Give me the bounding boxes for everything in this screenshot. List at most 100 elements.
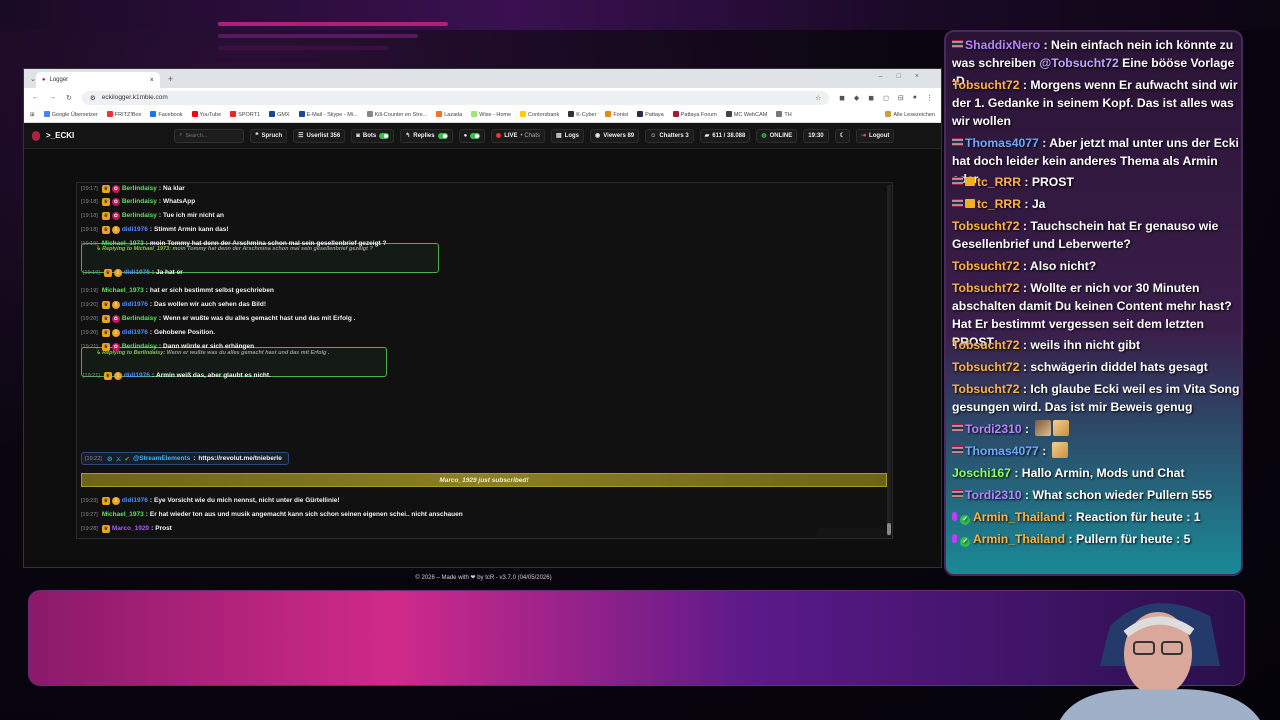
username[interactable]: didi1976 (124, 372, 150, 379)
username[interactable]: Michael_1973 (102, 511, 144, 518)
username[interactable]: Berlindaisy (122, 212, 157, 219)
timestamp: [19:20] (81, 301, 98, 308)
crown-badge-icon: ♛ (101, 524, 110, 533)
apps-grid-icon[interactable]: ⊞ (30, 112, 35, 118)
extension-icon[interactable]: ◼ (868, 94, 874, 102)
brand-logo[interactable]: >_ECKI (32, 130, 74, 141)
bookmark-item[interactable]: Kill-Counter en Stre... (366, 111, 427, 118)
crown-badge-icon: ♛ (101, 197, 110, 206)
userlist-button[interactable]: ☰ Userlist 356 (293, 128, 346, 143)
username[interactable]: didi1976 (122, 329, 148, 336)
username[interactable]: Berlindaisy (122, 315, 157, 322)
bookmark-item[interactable]: TH (776, 111, 792, 118)
new-tab-icon[interactable]: + (168, 74, 173, 84)
extension-icon[interactable]: ◆ (854, 94, 859, 102)
bookmark-item[interactable]: FRITZ!Box (106, 111, 141, 118)
chat-username: Tobsucht72 (952, 219, 1020, 233)
message-text: Stimmt Armin kann das! (154, 226, 229, 233)
thai-flag-icon (952, 138, 963, 146)
chatters-counter[interactable]: ☺ Chatters 3 (645, 128, 694, 143)
bookmark-label: MC WebCAM (733, 112, 768, 118)
thai-flag-icon (952, 177, 963, 185)
bookmark-item[interactable]: MC WebCAM (725, 111, 768, 118)
user-toggle[interactable]: ● (458, 128, 486, 143)
bots-toggle[interactable]: ◙ Bots (351, 128, 395, 143)
username[interactable]: Michael_1973 (102, 240, 144, 247)
bookmark-star-icon[interactable]: ☆ (815, 94, 821, 102)
scrollbar-thumb[interactable] (887, 523, 891, 535)
bookmark-item[interactable]: YouTube (191, 111, 221, 118)
message-text: Dann würde er sich erhängen (163, 343, 255, 350)
theme-toggle[interactable]: ☾ (834, 128, 851, 143)
quote-icon: ❝ (255, 133, 259, 139)
username[interactable]: Berlindaisy (122, 198, 157, 205)
site-info-icon[interactable]: ⚙ (90, 94, 96, 102)
all-bookmarks[interactable]: Alle Lesezeichen (885, 111, 935, 118)
bookmark-item[interactable]: Pattaya (637, 111, 664, 118)
chat-log-row: [19:21] ♛ ✿ Berlindaisy: Dann würde er sich … (81, 341, 254, 352)
toggle-switch[interactable] (379, 132, 390, 139)
username[interactable]: Marco_1929 (112, 525, 149, 532)
window-controls[interactable]: –□× (879, 73, 933, 80)
bookmark-item[interactable]: Wise - Home (471, 111, 511, 118)
username[interactable]: didi1976 (122, 301, 148, 308)
username[interactable]: didi1976 (124, 269, 150, 276)
search-icon: ⌕ (179, 132, 183, 138)
bookmark-icon (520, 111, 527, 117)
replies-label: Replies (413, 132, 435, 139)
bookmark-item[interactable]: GMX (269, 111, 290, 118)
replies-toggle[interactable]: ↰ Replies (400, 128, 453, 143)
bookmark-item[interactable]: Facebook (150, 111, 183, 118)
chat-message: Reaction für heute : 1 (1075, 510, 1201, 524)
colon: : (145, 287, 148, 294)
username[interactable]: didi1976 (122, 226, 148, 233)
message-link[interactable]: https://revolut.me/tnieberle (198, 455, 281, 462)
chat-bubble-icon: ▰ (704, 133, 710, 139)
timestamp: [19:18] (81, 212, 98, 219)
bookmark-item[interactable]: Lazada (436, 111, 462, 118)
extension-icon[interactable]: ⊟ (898, 94, 904, 102)
separator: : (1019, 219, 1031, 233)
timestamp: [19:20] (81, 315, 98, 322)
chevron-down-icon[interactable]: ⌄ (30, 75, 36, 83)
close-icon[interactable]: × (150, 77, 154, 84)
address-bar[interactable]: ⚙ eckilogger.k1mble.com ☆ (81, 90, 830, 105)
chat-message: Also nicht? (1029, 259, 1097, 273)
back-icon[interactable]: ← (32, 94, 39, 101)
username[interactable]: @StreamElements (133, 455, 190, 462)
live-chats-button[interactable]: LIVE • Chats (491, 128, 545, 143)
overlay-chat-line: Tobsucht72 : weils ihn nicht gibt (952, 336, 1240, 354)
scrollbar[interactable] (887, 185, 891, 536)
logs-button[interactable]: ▤ Logs (551, 128, 585, 143)
extension-icon[interactable]: ◻ (883, 94, 889, 102)
username[interactable]: Berlindaisy (122, 185, 157, 192)
bookmark-item[interactable]: Pattaya Forum (672, 111, 717, 118)
username[interactable]: Michael_1973 (102, 287, 144, 294)
username[interactable]: didi1976 (122, 497, 148, 504)
username[interactable]: Berlindaisy (122, 343, 157, 350)
bookmark-icon (436, 111, 443, 117)
bookmark-icon (471, 111, 478, 117)
menu-dots-icon[interactable]: ⋮ (926, 94, 933, 102)
chat-message: Ja (1031, 197, 1046, 211)
beer-emote-icon (1052, 420, 1069, 436)
toggle-switch[interactable] (470, 132, 481, 139)
reload-icon[interactable]: ↻ (66, 94, 72, 102)
chat-log-panel[interactable]: ↳ Replying to Michael_1973: moin Tommy h… (76, 182, 893, 539)
bookmark-item[interactable]: Google Übersetzer (43, 111, 98, 118)
bookmark-item[interactable]: E-Mail - Skype - Mi... (298, 111, 358, 118)
search-input[interactable]: ⌕ Search... (174, 128, 245, 143)
viewers-counter[interactable]: ◉ Viewers 89 (590, 128, 640, 143)
bookmark-item[interactable]: SPORT1 (230, 111, 260, 118)
browser-tab[interactable]: ● Logger × (35, 72, 160, 88)
toggle-switch[interactable] (437, 132, 448, 139)
extension-icon[interactable]: ◼ (839, 94, 845, 102)
separator: : (1038, 444, 1050, 458)
spruch-button[interactable]: ❝ Spruch (250, 128, 288, 143)
bookmark-item[interactable]: Fonisi (605, 111, 628, 118)
forward-icon[interactable]: → (49, 94, 56, 101)
bookmark-item[interactable]: K-Cyber (568, 111, 596, 118)
profile-icon[interactable]: ● (913, 94, 917, 102)
logout-button[interactable]: ⇥ Logout (856, 128, 895, 143)
bookmark-item[interactable]: Contorsbank (520, 111, 559, 118)
